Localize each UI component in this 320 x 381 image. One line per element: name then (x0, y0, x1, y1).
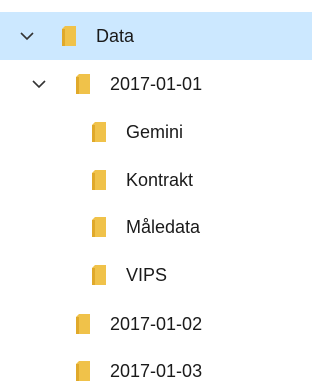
folder-icon (92, 217, 106, 237)
folder-icon (92, 265, 106, 285)
tree-item-label: 2017-01-03 (110, 361, 203, 381)
tree-item-label: Kontrakt (126, 170, 194, 190)
chevron-down-icon[interactable] (30, 75, 48, 93)
tree-item-label: Data (96, 26, 135, 46)
folder-icon (76, 74, 90, 94)
folder-icon (76, 314, 90, 334)
tree-item-2017-01-03[interactable]: 2017-01-03 (0, 347, 312, 381)
tree-item-label: Måledata (126, 217, 201, 237)
tree-item-label: VIPS (126, 265, 168, 285)
tree-item-label: 2017-01-01 (110, 74, 203, 94)
tree-item-vips[interactable]: VIPS (0, 251, 312, 299)
tree-item-data[interactable]: Data (0, 12, 312, 60)
folder-tree: Data 2017-01-01 Gemini Kontrakt Måledata (0, 0, 312, 381)
folder-icon (76, 361, 90, 381)
tree-item-gemini[interactable]: Gemini (0, 108, 312, 156)
chevron-down-icon[interactable] (18, 27, 36, 45)
folder-icon (62, 26, 76, 46)
tree-item-label: Gemini (126, 122, 184, 142)
folder-icon (92, 170, 106, 190)
tree-item-label: 2017-01-02 (110, 314, 203, 334)
tree-item-kontrakt[interactable]: Kontrakt (0, 156, 312, 204)
tree-item-2017-01-02[interactable]: 2017-01-02 (0, 300, 312, 348)
tree-item-2017-01-01[interactable]: 2017-01-01 (0, 60, 312, 108)
folder-icon (92, 122, 106, 142)
tree-item-maledata[interactable]: Måledata (0, 203, 312, 251)
